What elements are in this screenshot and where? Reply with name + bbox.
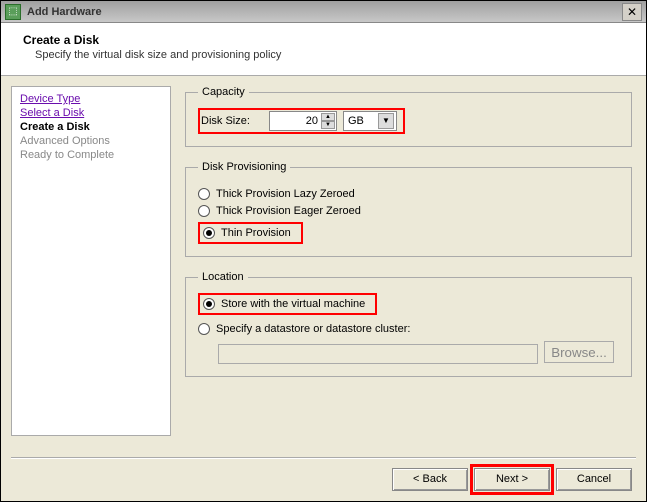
wizard-steps: Device Type Select a Disk Create a Disk … (11, 86, 171, 436)
app-icon: ⬚ (5, 4, 21, 20)
step-ready-complete: Ready to Complete (20, 149, 162, 161)
capacity-legend: Capacity (198, 86, 249, 98)
back-button[interactable]: < Back (392, 468, 468, 491)
disk-size-spinner[interactable]: ▲ ▼ (321, 113, 335, 129)
browse-button: Browse... (544, 341, 614, 363)
page-subtitle: Specify the virtual disk size and provis… (23, 49, 630, 61)
label-specify-datastore: Specify a datastore or datastore cluster… (216, 323, 410, 335)
footer-separator (11, 457, 636, 459)
step-device-type[interactable]: Device Type (20, 93, 162, 105)
location-group: Location Store with the virtual machine … (185, 271, 632, 377)
step-advanced-options: Advanced Options (20, 135, 162, 147)
label-store-vm: Store with the virtual machine (221, 298, 365, 310)
spinner-up-icon[interactable]: ▲ (321, 113, 335, 121)
spinner-down-icon[interactable]: ▼ (321, 121, 335, 129)
step-create-disk: Create a Disk (20, 121, 162, 133)
disk-size-input[interactable]: 20 ▲ ▼ (269, 111, 337, 131)
capacity-group: Capacity Disk Size: 20 ▲ ▼ GB (185, 86, 632, 147)
location-legend: Location (198, 271, 248, 283)
radio-store-vm[interactable] (203, 298, 215, 310)
radio-thin[interactable] (203, 227, 215, 239)
datastore-input (218, 344, 538, 364)
label-thin: Thin Provision (221, 227, 291, 239)
provisioning-group: Disk Provisioning Thick Provision Lazy Z… (185, 161, 632, 257)
disk-size-label: Disk Size: (201, 115, 263, 127)
window-title: Add Hardware (27, 6, 102, 18)
titlebar: ⬚ Add Hardware ✕ (1, 1, 646, 23)
radio-thick-eager[interactable] (198, 205, 210, 217)
cancel-button[interactable]: Cancel (556, 468, 632, 491)
provisioning-legend: Disk Provisioning (198, 161, 290, 173)
label-thick-lazy: Thick Provision Lazy Zeroed (216, 188, 355, 200)
wizard-header: Create a Disk Specify the virtual disk s… (1, 23, 646, 76)
page-title: Create a Disk (23, 33, 630, 47)
radio-thick-lazy[interactable] (198, 188, 210, 200)
next-button[interactable]: Next > (474, 468, 550, 491)
radio-specify-datastore[interactable] (198, 323, 210, 335)
step-select-disk[interactable]: Select a Disk (20, 107, 162, 119)
disk-size-unit-select[interactable]: GB (343, 111, 397, 131)
label-thick-eager: Thick Provision Eager Zeroed (216, 205, 361, 217)
close-button[interactable]: ✕ (622, 3, 642, 21)
